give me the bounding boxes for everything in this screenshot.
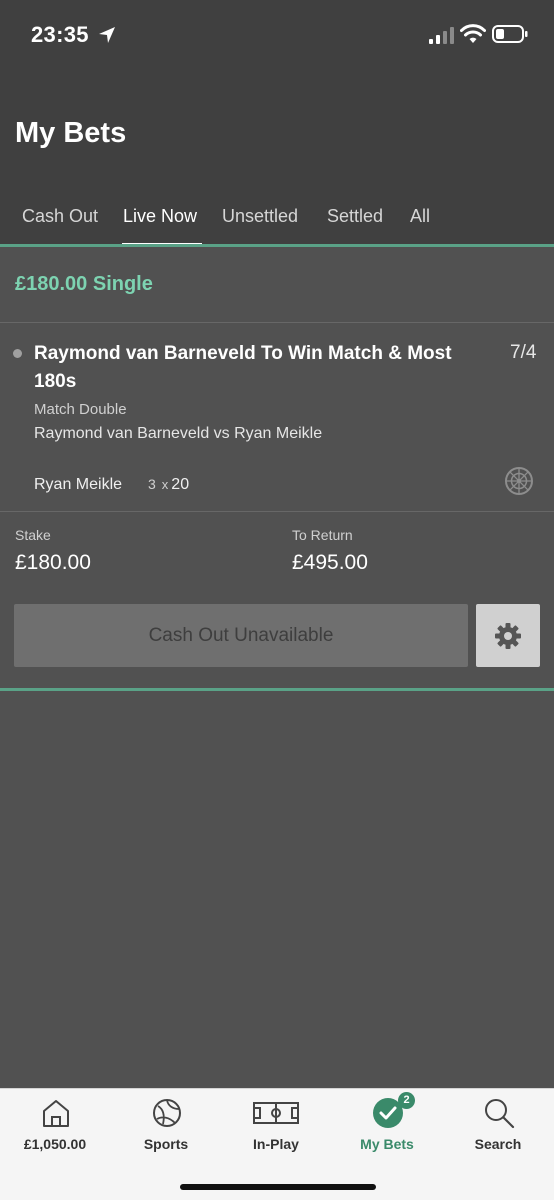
search-icon [485,1099,515,1129]
status-bar: 23:35 [0,0,554,70]
home-indicator [180,1184,376,1190]
score-x: x [161,477,169,492]
divider [0,322,554,323]
live-score: 3 x 20 [148,476,189,494]
bet-type-label: £180.00 Single [15,273,153,295]
cellular-signal-icon [429,27,454,44]
selection-name: Raymond van Barneveld To Win Match & Mos… [34,343,452,392]
market-name: Match Double [34,401,127,418]
status-time: 23:35 [31,22,89,47]
event-name: Raymond van Barneveld vs Ryan Meikle [34,425,323,442]
divider [0,511,554,512]
selection-odds: 7/4 [510,342,537,363]
pitch-icon [253,1102,299,1124]
home-icon [43,1100,69,1127]
battery-icon [492,25,528,43]
score-value: 20 [171,476,190,493]
bet-card-divider [0,688,554,691]
header-divider [0,244,554,247]
nav-my-bets[interactable]: 2 My Bets [332,1089,442,1169]
page-title: My Bets [15,117,127,149]
location-arrow-icon [99,27,115,43]
nav-sports-label: Sports [143,1136,189,1152]
nav-home[interactable]: £1,050.00 [0,1089,110,1169]
stake-label: Stake [15,527,51,543]
tab-unsettled[interactable]: Unsettled [222,206,298,227]
dartboard-icon [505,467,533,495]
nav-balance-label: £1,050.00 [23,1136,87,1152]
bottom-navigation: £1,050.00 Sports In-Play 2 My Bets Searc… [0,1088,554,1200]
stake-value: £180.00 [15,551,91,574]
score-multiplier: 3 [148,476,156,492]
tab-cash-out[interactable]: Cash Out [22,206,98,227]
my-bets-count-badge: 2 [398,1092,415,1109]
nav-sports[interactable]: Sports [111,1089,221,1169]
tab-settled[interactable]: Settled [327,206,383,227]
selection-status-dot [13,349,22,358]
cash-out-button[interactable]: Cash Out Unavailable [14,604,468,667]
tab-all[interactable]: All [410,206,430,227]
live-player-name: Ryan Meikle [34,476,123,493]
tab-live-now[interactable]: Live Now [123,206,197,227]
wifi-icon [460,24,486,43]
nav-search[interactable]: Search [443,1089,553,1169]
return-label: To Return [292,527,353,543]
nav-search-label: Search [474,1136,522,1152]
cash-out-settings-button[interactable] [476,604,540,667]
nav-in-play-label: In-Play [253,1136,299,1152]
header: 23:35 My Bets Cash Out Live Now Unsettle… [0,0,554,247]
return-value: £495.00 [292,551,368,574]
nav-in-play[interactable]: In-Play [221,1089,331,1169]
gear-icon [495,623,521,649]
bet-tabs: Cash Out Live Now Unsettled Settled All [0,196,554,246]
nav-my-bets-label: My Bets [360,1136,414,1152]
football-icon [153,1099,181,1127]
